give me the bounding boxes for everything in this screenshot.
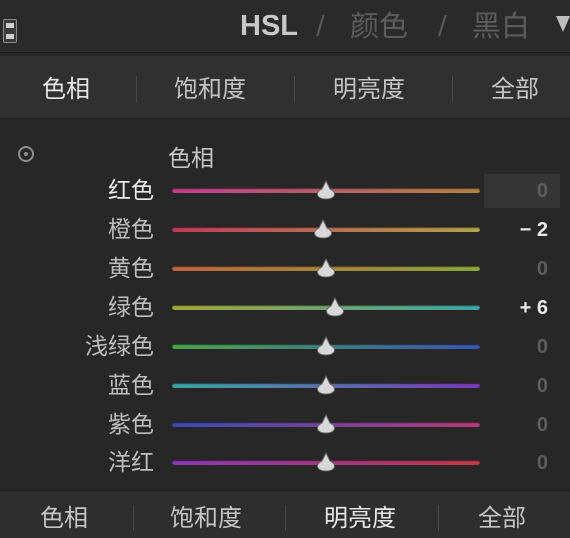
slider-value: 0: [536, 414, 548, 436]
slider-label: 浅绿色: [85, 334, 154, 360]
tab-saturation[interactable]: 饱和度: [174, 74, 246, 104]
slider-value-field[interactable]: 0: [484, 252, 560, 286]
slider-value-field[interactable]: 0: [484, 174, 560, 208]
slider-thumb[interactable]: [315, 452, 337, 472]
slider-row: 洋红 0: [0, 446, 570, 482]
tab-hue[interactable]: 色相: [42, 74, 90, 104]
header-tab-hsl[interactable]: HSL: [240, 8, 298, 44]
tab-all[interactable]: 全部: [491, 74, 539, 104]
slider-label: 黄色: [108, 256, 154, 282]
slider-value-field[interactable]: 0: [484, 369, 560, 403]
slider-label: 红色: [108, 178, 154, 204]
slider-row: 浅绿色 0: [0, 330, 570, 366]
slider-label: 紫色: [108, 412, 154, 438]
tab-divider: [452, 76, 453, 102]
slider-value: + 6: [519, 297, 548, 319]
header-tab-bw[interactable]: 黑白: [472, 8, 530, 44]
slider-row: 蓝色 0: [0, 369, 570, 405]
tab-luminance[interactable]: 明亮度: [333, 74, 405, 104]
slider-row: 绿色 + 6: [0, 291, 570, 327]
slider-value: 0: [536, 375, 548, 397]
slider-row: 紫色 0: [0, 408, 570, 444]
slider-label: 洋红: [108, 450, 154, 476]
slider-thumb[interactable]: [315, 180, 337, 200]
slider-value: 0: [536, 336, 548, 358]
slider-value-field[interactable]: 0: [484, 446, 560, 480]
slider-value-field[interactable]: 0: [484, 408, 560, 442]
slider-label: 蓝色: [108, 373, 154, 399]
slider-thumb[interactable]: [315, 414, 337, 434]
tab-luminance-bottom[interactable]: 明亮度: [324, 503, 396, 533]
tab-divider: [294, 76, 295, 102]
slider-thumb[interactable]: [324, 297, 346, 317]
panel-header: HSL / 颜色 / 黑白: [0, 0, 570, 53]
section-title: 色相: [168, 146, 214, 172]
slider-value-field[interactable]: 0: [484, 330, 560, 364]
tab-all-bottom[interactable]: 全部: [478, 503, 526, 533]
slider-row: 橙色 − 2: [0, 213, 570, 249]
slider-row: 黄色 0: [0, 252, 570, 288]
chevron-down-icon[interactable]: [556, 16, 570, 32]
header-tab-color[interactable]: 颜色: [350, 8, 408, 44]
slider-value: 0: [536, 452, 548, 474]
slider-thumb[interactable]: [312, 219, 334, 239]
tab-divider: [136, 76, 137, 102]
tab-saturation-bottom[interactable]: 饱和度: [170, 503, 242, 533]
target-adjust-icon[interactable]: [18, 146, 34, 162]
panel-collapse-icon[interactable]: [3, 19, 17, 43]
slider-value: − 2: [519, 219, 548, 241]
header-separator: /: [438, 11, 447, 41]
tab-hue-bottom[interactable]: 色相: [40, 503, 88, 533]
slider-label: 绿色: [108, 295, 154, 321]
slider-thumb[interactable]: [315, 375, 337, 395]
slider-value-field[interactable]: − 2: [484, 213, 560, 247]
slider-value-field[interactable]: + 6: [484, 291, 560, 325]
tab-divider: [133, 505, 134, 531]
slider-thumb[interactable]: [315, 336, 337, 356]
header-separator: /: [316, 11, 325, 41]
tab-divider: [285, 505, 286, 531]
slider-label: 橙色: [108, 217, 154, 243]
slider-value: 0: [536, 180, 548, 202]
tab-divider: [438, 505, 439, 531]
slider-row: 红色 0: [0, 174, 570, 210]
slider-thumb[interactable]: [315, 258, 337, 278]
slider-value: 0: [536, 258, 548, 280]
